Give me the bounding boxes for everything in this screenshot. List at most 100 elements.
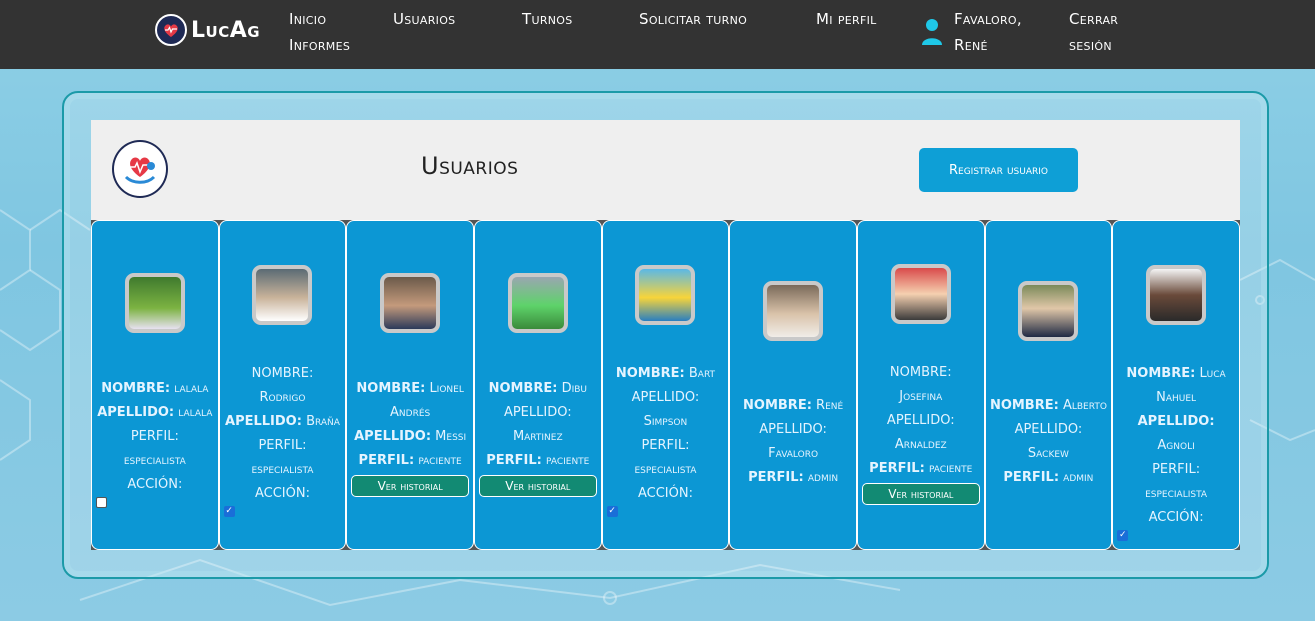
- user-apellido: Arnaldez: [894, 437, 947, 452]
- accion-label: ACCIÓN:: [127, 477, 183, 492]
- apellido-label: APELLIDO:: [631, 390, 700, 405]
- nombre-label: NOMBRE:: [615, 366, 685, 381]
- brand[interactable]: LucAg: [155, 14, 260, 46]
- apellido-label: APELLIDO:: [225, 414, 302, 429]
- user-nombre: Bart: [688, 366, 716, 381]
- perfil-label: PERFIL:: [1003, 470, 1060, 485]
- user-nombre: Alberto: [1062, 398, 1107, 413]
- nav-inicio[interactable]: Inicio: [289, 6, 326, 32]
- avatar: [507, 273, 568, 333]
- nav-solicitar-turno[interactable]: Solicitar turno: [639, 6, 747, 32]
- avatar: [252, 265, 313, 325]
- action-checkbox[interactable]: ✓: [606, 506, 618, 517]
- nombre-label: NOMBRE:: [989, 398, 1059, 413]
- user-card: NOMBRE: lalala APELLIDO: lalala PERFIL: …: [91, 220, 219, 550]
- user-apellido: Sackew: [1027, 446, 1069, 461]
- user-perfil: paciente: [418, 453, 462, 468]
- nombre-label: NOMBRE:: [889, 365, 952, 380]
- perfil-label: PERFIL:: [358, 453, 415, 468]
- user-perfil: admin: [807, 470, 839, 485]
- action-checkbox[interactable]: [96, 497, 107, 508]
- avatar: [1146, 265, 1207, 325]
- logout-link-line1[interactable]: Cerrar: [1069, 6, 1118, 32]
- page-title: Usuarios: [421, 152, 519, 180]
- user-nombre: Josefina: [899, 389, 943, 404]
- accion-label: ACCIÓN:: [1148, 510, 1204, 525]
- apellido-label: APELLIDO:: [354, 429, 432, 444]
- user-info: NOMBRE: Josefina APELLIDO: Arnaldez PERF…: [858, 361, 984, 505]
- current-user-name-line2[interactable]: René: [954, 32, 988, 58]
- users-header: Usuarios Registrar usuario: [91, 120, 1240, 220]
- heart-hand-logo-icon: [155, 14, 187, 46]
- user-card: NOMBRE: Dibu APELLIDO: Martinez PERFIL: …: [473, 220, 602, 550]
- user-nombre: René: [816, 398, 844, 413]
- perfil-label: PERFIL:: [258, 438, 307, 453]
- user-card: NOMBRE: Luca Nahuel APELLIDO: Agnoli PER…: [1112, 220, 1240, 550]
- nombre-label: NOMBRE:: [101, 381, 171, 396]
- current-user-name-line1[interactable]: Favaloro,: [954, 6, 1022, 32]
- ver-historial-button[interactable]: Ver historial: [861, 483, 980, 505]
- nombre-label: NOMBRE:: [743, 398, 812, 413]
- avatar: [890, 264, 951, 324]
- perfil-label: PERFIL:: [1152, 462, 1201, 477]
- register-user-button[interactable]: Registrar usuario: [919, 148, 1078, 192]
- apellido-label: APELLIDO:: [1137, 414, 1215, 429]
- user-info: NOMBRE: René APELLIDO: Favaloro PERFIL: …: [730, 394, 856, 490]
- user-perfil: especialista: [123, 453, 186, 468]
- perfil-label: PERFIL:: [641, 438, 690, 453]
- nombre-label: NOMBRE:: [356, 381, 426, 396]
- nombre-label: NOMBRE:: [488, 381, 558, 396]
- apellido-label: APELLIDO:: [886, 413, 955, 428]
- apellido-label: APELLIDO:: [503, 405, 572, 420]
- nav-turnos[interactable]: Turnos: [522, 6, 573, 32]
- user-card: NOMBRE: René APELLIDO: Favaloro PERFIL: …: [729, 220, 857, 550]
- avatar: [763, 281, 824, 341]
- brand-name: LucAg: [191, 17, 261, 43]
- user-apellido: Messi: [435, 429, 467, 444]
- user-card: NOMBRE: Lionel Andrés APELLIDO: Messi PE…: [346, 220, 474, 550]
- user-card: NOMBRE: Alberto APELLIDO: Sackew PERFIL:…: [984, 220, 1113, 550]
- perfil-label: PERFIL:: [748, 470, 804, 485]
- logout-link-line2[interactable]: sesión: [1069, 32, 1112, 58]
- user-card: NOMBRE: Rodrigo APELLIDO: Braña PERFIL: …: [218, 220, 347, 550]
- user-apellido: Simpson: [643, 414, 688, 429]
- action-checkbox[interactable]: ✓: [223, 506, 235, 517]
- avatar: [380, 273, 441, 333]
- avatar: [635, 265, 696, 325]
- user-info: NOMBRE: Lionel Andrés APELLIDO: Messi PE…: [347, 377, 473, 497]
- user-card: NOMBRE: Josefina APELLIDO: Arnaldez PERF…: [856, 220, 985, 550]
- user-perfil: paciente: [545, 453, 590, 468]
- avatar: [1018, 281, 1079, 341]
- user-perfil: especialista: [251, 462, 314, 477]
- user-apellido: Favaloro: [768, 446, 819, 461]
- action-checkbox[interactable]: ✓: [1117, 530, 1129, 541]
- user-cards: NOMBRE: lalala APELLIDO: lalala PERFIL: …: [91, 220, 1240, 550]
- user-perfil: especialista: [634, 462, 697, 477]
- user-info: NOMBRE: Luca Nahuel APELLIDO: Agnoli PER…: [1113, 362, 1239, 541]
- user-info: NOMBRE: Bart APELLIDO: Simpson PERFIL: e…: [603, 362, 729, 517]
- user-info: NOMBRE: Rodrigo APELLIDO: Braña PERFIL: …: [220, 362, 346, 517]
- nav-mi-perfil[interactable]: Mi perfil: [816, 6, 877, 32]
- nav-usuarios[interactable]: Usuarios: [393, 6, 455, 32]
- user-apellido: lalala: [178, 405, 213, 420]
- accion-label: ACCIÓN:: [254, 486, 310, 501]
- user-perfil: paciente: [928, 461, 973, 476]
- user-icon: [921, 18, 943, 51]
- user-card: NOMBRE: Bart APELLIDO: Simpson PERFIL: e…: [601, 220, 730, 550]
- ver-historial-button[interactable]: Ver historial: [478, 475, 597, 497]
- accion-label: ACCIÓN:: [637, 486, 693, 501]
- user-nombre: Dibu: [561, 381, 588, 396]
- user-nombre: lalala: [174, 381, 209, 396]
- user-apellido: Braña: [306, 414, 340, 429]
- apellido-label: APELLIDO:: [97, 405, 175, 420]
- nombre-label: NOMBRE:: [1126, 366, 1196, 381]
- user-apellido: Martinez: [512, 429, 563, 444]
- nav-informes[interactable]: Informes: [289, 32, 350, 58]
- ver-historial-button[interactable]: Ver historial: [351, 475, 469, 497]
- nombre-label: NOMBRE:: [251, 366, 314, 381]
- user-perfil: admin: [1063, 470, 1094, 485]
- user-info: NOMBRE: Alberto APELLIDO: Sackew PERFIL:…: [986, 394, 1112, 490]
- user-info: NOMBRE: lalala APELLIDO: lalala PERFIL: …: [92, 377, 218, 508]
- heart-hand-logo-icon: [112, 140, 168, 198]
- user-info: NOMBRE: Dibu APELLIDO: Martinez PERFIL: …: [475, 377, 601, 497]
